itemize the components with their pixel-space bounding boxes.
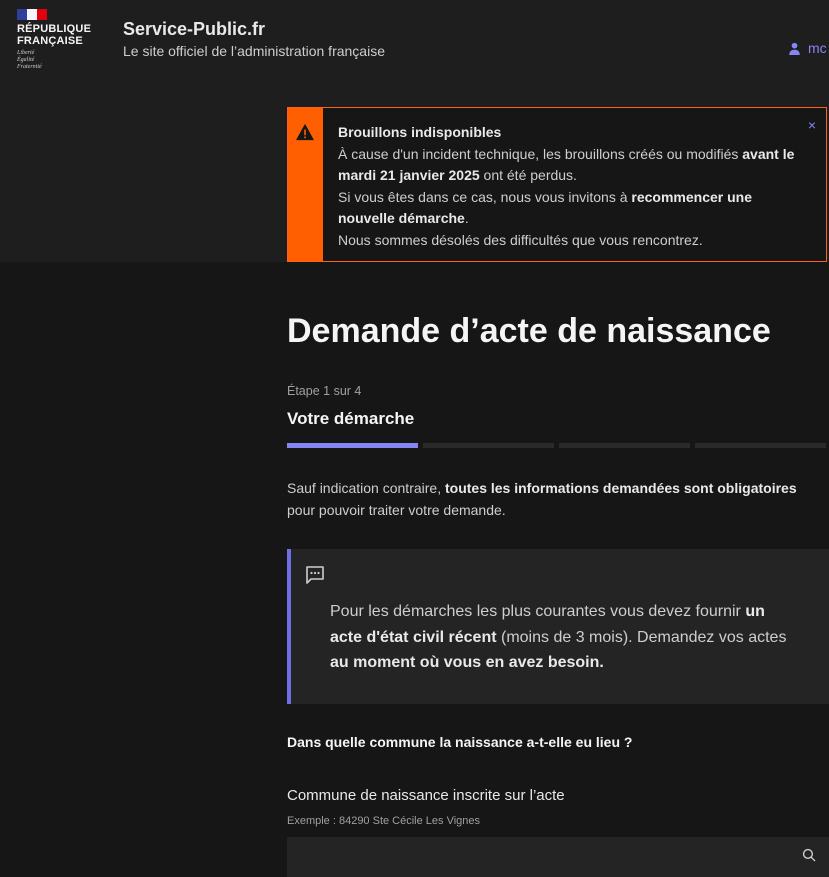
chat-message-icon — [306, 566, 324, 584]
warning-icon — [296, 123, 314, 141]
birthplace-field-label: Commune de naissance inscrite sur l’acte — [287, 787, 565, 804]
site-tagline: Le site officiel de l’administration fra… — [123, 43, 385, 59]
alert-line-1: À cause d'un incident technique, les bro… — [338, 145, 795, 184]
page-title: Demande d’acte de naissance — [287, 312, 771, 350]
callout-text: Pour les démarches les plus courantes vo… — [330, 603, 787, 671]
step-indicator: Étape 1 sur 4 — [287, 384, 362, 398]
logo-title: RÉPUBLIQUE FRANÇAISE — [17, 23, 92, 47]
alert-line-2: Si vous êtes dans ce cas, nous vous invi… — [338, 188, 752, 227]
stepper-segment-4 — [695, 443, 826, 448]
drafts-unavailable-alert: × Brouillons indisponibles À cause d'un … — [287, 107, 827, 262]
alert-body: Brouillons indisponibles À cause d'un in… — [338, 122, 803, 251]
info-callout: Pour les démarches les plus courantes vo… — [287, 549, 829, 704]
birthplace-input[interactable] — [287, 837, 829, 877]
birthplace-field-hint: Exemple : 84290 Ste Cécile Les Vignes — [287, 815, 481, 827]
stepper-segment-3 — [559, 443, 690, 448]
user-account-link[interactable]: mc — [788, 40, 827, 56]
close-icon[interactable]: × — [808, 118, 816, 132]
logo-motto: Liberté Égalité Fraternité — [17, 50, 42, 70]
site-name-link[interactable]: Service-Public.fr — [123, 19, 265, 40]
user-account-label: mc — [808, 40, 827, 56]
search-icon[interactable] — [802, 848, 816, 862]
step-title: Votre démarche — [287, 409, 415, 428]
alert-line-3: Nous sommes désolés des difficultés que … — [338, 231, 703, 248]
stepper-progress — [287, 443, 826, 448]
stepper-segment-2 — [423, 443, 554, 448]
stepper-segment-1 — [287, 443, 418, 448]
site-header: RÉPUBLIQUE FRANÇAISE Liberté Égalité Fra… — [0, 0, 829, 107]
alert-title: Brouillons indisponibles — [338, 124, 502, 140]
user-icon — [789, 42, 800, 55]
alert-side-bar — [288, 108, 323, 261]
birthplace-question: Dans quelle commune la naissance a-t-ell… — [287, 734, 633, 750]
republique-francaise-logo[interactable]: RÉPUBLIQUE FRANÇAISE Liberté Égalité Fra… — [17, 9, 97, 71]
french-flag-icon — [17, 9, 47, 20]
mandatory-fields-notice: Sauf indication contraire, toutes les in… — [287, 480, 797, 518]
